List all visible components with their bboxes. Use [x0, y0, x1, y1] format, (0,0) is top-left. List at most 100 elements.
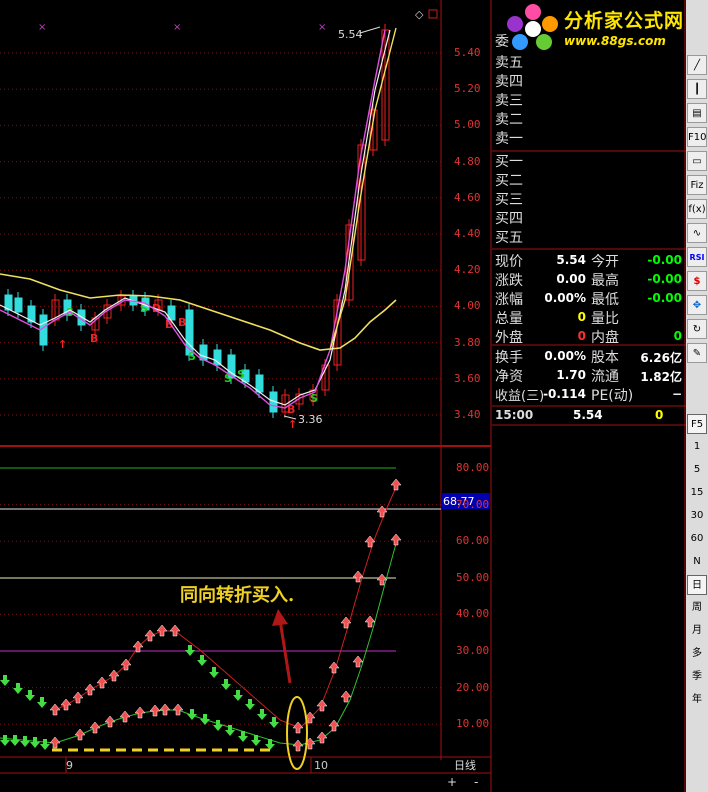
price-axis-label: 3.40 — [454, 408, 481, 421]
line-chart-icon[interactable]: ╱ — [687, 55, 707, 75]
period-button[interactable]: 5 — [687, 460, 707, 480]
svg-text:◇: ◇ — [415, 8, 424, 21]
table-icon[interactable]: ▤ — [687, 103, 707, 123]
quote-label: 量比 — [591, 311, 619, 327]
down-arrow — [13, 683, 23, 694]
sell-level-label: 卖二 — [495, 112, 523, 128]
down-arrow — [233, 690, 243, 701]
price-axis-label: 4.20 — [454, 263, 481, 277]
down-arrow — [0, 675, 10, 686]
sell-level-label: 卖五 — [495, 55, 523, 71]
price-axis-label: 3.80 — [454, 335, 481, 349]
period-button[interactable]: 30 — [687, 506, 707, 526]
zoom-in-button[interactable]: + — [447, 775, 457, 789]
up-arrow — [390, 533, 402, 546]
up-arrow — [328, 661, 340, 674]
up-arrow — [156, 624, 168, 637]
price-axis-label: 5.40 — [454, 46, 481, 59]
finance-value: 6.26亿 — [640, 351, 682, 365]
down-arrow — [40, 739, 50, 750]
tick-price: 5.54 — [573, 408, 603, 422]
quote-value: 0 — [577, 329, 586, 343]
finance-value: -0.114 — [543, 387, 586, 401]
period-button[interactable]: 1 — [687, 437, 707, 457]
logo-title: 分析家公式网 — [564, 10, 685, 32]
down-arrow — [209, 667, 219, 678]
main-chart[interactable]: S S DSS SSBB BB↑↑ 同向转折买入. 5.54 3.36 × × × ◇ … — [0, 0, 492, 792]
candle-body — [14, 297, 23, 313]
buy-level-label: 买五 — [495, 230, 523, 246]
up-arrow — [119, 710, 131, 723]
date-label-sep: 9 — [66, 759, 73, 772]
period-button[interactable]: 日 — [687, 575, 707, 595]
candle-icon[interactable]: ┃ — [687, 79, 707, 99]
signal-marker: ↑ — [58, 338, 67, 351]
quote-value: -0.00 — [647, 291, 682, 305]
quote-value: -0.00 — [647, 253, 682, 267]
quote-value: 0.00 — [556, 272, 586, 286]
price-axis-label: 5.00 — [454, 118, 481, 132]
down-arrow — [25, 690, 35, 701]
signal-marker: B — [178, 316, 186, 329]
up-arrow — [74, 728, 86, 741]
move-icon[interactable]: ✥ — [687, 295, 707, 315]
signal-marker: ↑ — [288, 418, 297, 431]
quote-value: 0 — [577, 310, 586, 324]
buy-level-label: 买二 — [495, 173, 523, 189]
period-button[interactable]: 月 — [687, 621, 707, 641]
period-button[interactable]: 15 — [687, 483, 707, 503]
quote-label: 涨幅 — [495, 292, 523, 308]
period-button[interactable]: N — [687, 552, 707, 572]
dollar-icon[interactable]: $ — [687, 271, 707, 291]
finance-value: 0.00% — [544, 349, 586, 363]
price-axis-label: 4.60 — [454, 190, 481, 204]
indicator-axis-label: 50.00 — [456, 570, 490, 584]
down-arrow — [20, 736, 30, 747]
period-button[interactable]: F5 — [687, 414, 707, 434]
signal-marker: B — [165, 318, 173, 331]
indicator-axis-label: 30.00 — [456, 644, 490, 657]
period-label[interactable]: 日线 — [454, 758, 476, 772]
down-arrow — [185, 645, 195, 656]
period-button[interactable]: 周 — [687, 598, 707, 618]
period-button[interactable]: 年 — [687, 690, 707, 710]
pencil-icon[interactable]: ✎ — [687, 343, 707, 363]
zoom-out-button[interactable]: - — [474, 775, 478, 789]
signal-marker: B — [90, 332, 98, 345]
document-icon[interactable]: ▭ — [687, 151, 707, 171]
down-arrow — [187, 709, 197, 720]
annotation-text: 同向转折买入. — [180, 584, 294, 606]
period-button[interactable]: 季 — [687, 667, 707, 687]
finance-label: 换手 — [495, 350, 523, 366]
period-button[interactable]: 多 — [687, 644, 707, 664]
rsi-icon[interactable]: RSI — [687, 247, 707, 267]
down-arrow — [269, 717, 279, 728]
up-arrow — [169, 624, 181, 637]
period-button[interactable]: 60 — [687, 529, 707, 549]
down-arrow — [257, 709, 267, 720]
quote-value: -0.00 — [647, 272, 682, 286]
f10-icon[interactable]: F10 — [687, 127, 707, 147]
up-arrow — [364, 535, 376, 548]
up-arrow — [328, 719, 340, 732]
up-arrow — [108, 669, 120, 682]
finance-value: 1.82亿 — [640, 370, 682, 384]
price-axis-label: 4.00 — [454, 299, 481, 313]
down-arrow — [37, 697, 47, 708]
quote-value: 0 — [673, 329, 682, 343]
quote-label: 最高 — [591, 273, 619, 289]
up-arrow — [340, 616, 352, 629]
finance-value: − — [671, 387, 682, 401]
refresh-icon[interactable]: ↻ — [687, 319, 707, 339]
wave-icon[interactable]: ∿ — [687, 223, 707, 243]
indicator-axis-label: 70.00 — [456, 497, 490, 511]
up-arrow — [72, 691, 84, 704]
up-arrow — [96, 676, 108, 689]
up-arrow — [104, 715, 116, 728]
down-arrow — [10, 735, 20, 746]
fx-icon[interactable]: f(x) — [687, 199, 707, 219]
quote-value: 5.54 — [556, 253, 586, 267]
buy-level-label: 买三 — [495, 192, 523, 208]
fiz-icon[interactable]: Fiz — [687, 175, 707, 195]
low-price-label: 3.36 — [298, 413, 323, 426]
